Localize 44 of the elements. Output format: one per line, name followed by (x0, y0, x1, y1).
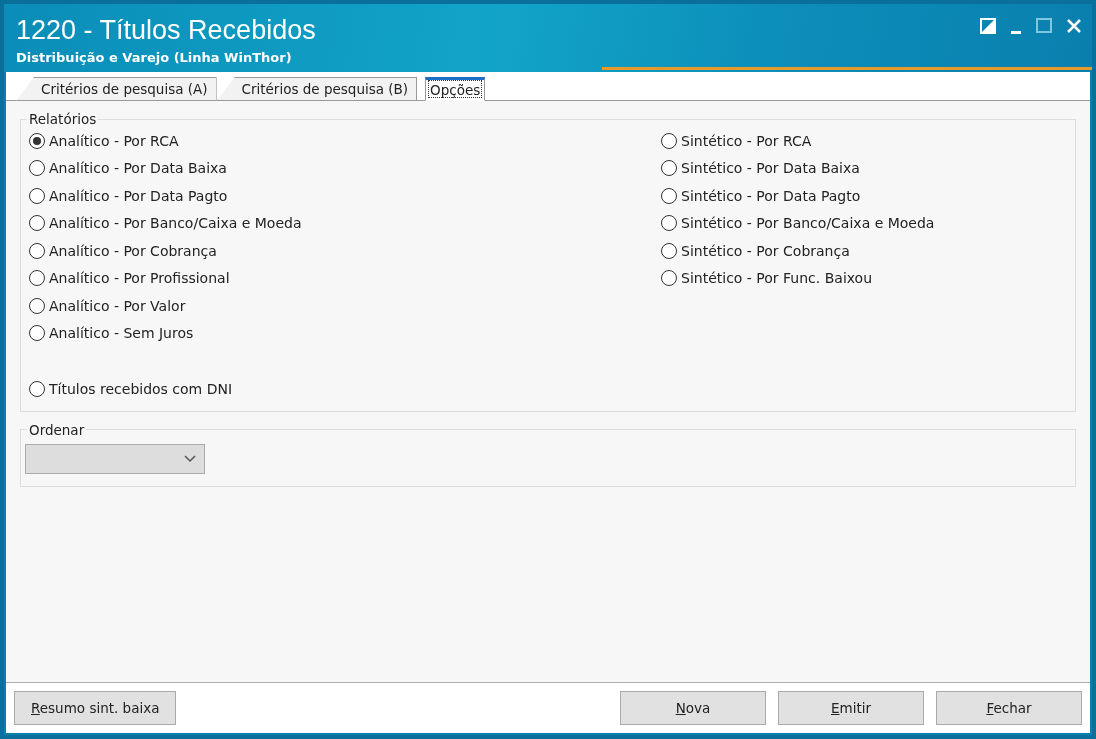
radio-button[interactable] (661, 160, 677, 177)
radio-option[interactable]: Analítico - Por Valor (29, 292, 661, 320)
action-button[interactable]: Fechar (936, 691, 1082, 725)
radio-button[interactable] (29, 297, 45, 314)
radio-option[interactable]: Analítico - Por RCA (29, 127, 661, 155)
radio-option[interactable]: Sintético - Por Cobrança (661, 237, 1065, 265)
radio-button[interactable] (661, 187, 677, 204)
radio-button[interactable] (29, 187, 45, 204)
radio-button[interactable] (661, 132, 677, 149)
radio-option[interactable]: Títulos recebidos com DNI (29, 375, 661, 403)
radio-option[interactable]: Sintético - Por Func. Baixou (661, 264, 1065, 292)
close-icon[interactable] (1066, 18, 1082, 34)
radio-button[interactable] (29, 325, 45, 342)
radio-button[interactable] (29, 215, 45, 232)
radio-option[interactable]: Analítico - Por Banco/Caixa e Moeda (29, 209, 661, 237)
radio-button[interactable] (29, 242, 45, 259)
group-label: Relatórios (28, 111, 98, 127)
chevron-down-icon (184, 454, 196, 463)
radio-button[interactable] (29, 132, 45, 149)
radio-button[interactable] (661, 215, 677, 232)
radio-option[interactable]: Analítico - Sem Juros (29, 319, 661, 347)
radio-option[interactable]: Analítico - Por Data Baixa (29, 154, 661, 182)
window-title: 1220 - Títulos Recebidos (16, 14, 316, 46)
radio-option[interactable]: Sintético - Por Banco/Caixa e Moeda (661, 209, 1065, 237)
action-button[interactable]: Nova (620, 691, 766, 725)
theme-icon[interactable] (980, 18, 996, 34)
radio-button[interactable] (661, 270, 677, 287)
radio-option[interactable]: Analítico - Por Data Pagto (29, 182, 661, 210)
tab[interactable]: Critérios de pesquisa (A) (16, 77, 217, 101)
radio-button[interactable] (29, 270, 45, 287)
tab[interactable]: Critérios de pesquisa (B) (216, 77, 418, 101)
radio-option[interactable]: Analítico - Por Cobrança (29, 237, 661, 265)
tab[interactable]: Opções (425, 77, 486, 101)
radio-button[interactable] (661, 242, 677, 259)
radio-option[interactable]: Sintético - Por Data Pagto (661, 182, 1065, 210)
summary-button[interactable]: Resumo sint. baixa (14, 691, 177, 725)
radio-button[interactable] (29, 160, 45, 177)
radio-button[interactable] (29, 380, 45, 397)
window-subtitle: Distribuição e Varejo (Linha WinThor) (16, 50, 293, 65)
radio-option[interactable]: Sintético - Por RCA (661, 127, 1065, 155)
radio-option[interactable]: Analítico - Por Profissional (29, 264, 661, 292)
action-button[interactable]: Emitir (778, 691, 924, 725)
group-label: Ordenar (28, 421, 86, 438)
radio-option[interactable]: Sintético - Por Data Baixa (661, 154, 1065, 182)
